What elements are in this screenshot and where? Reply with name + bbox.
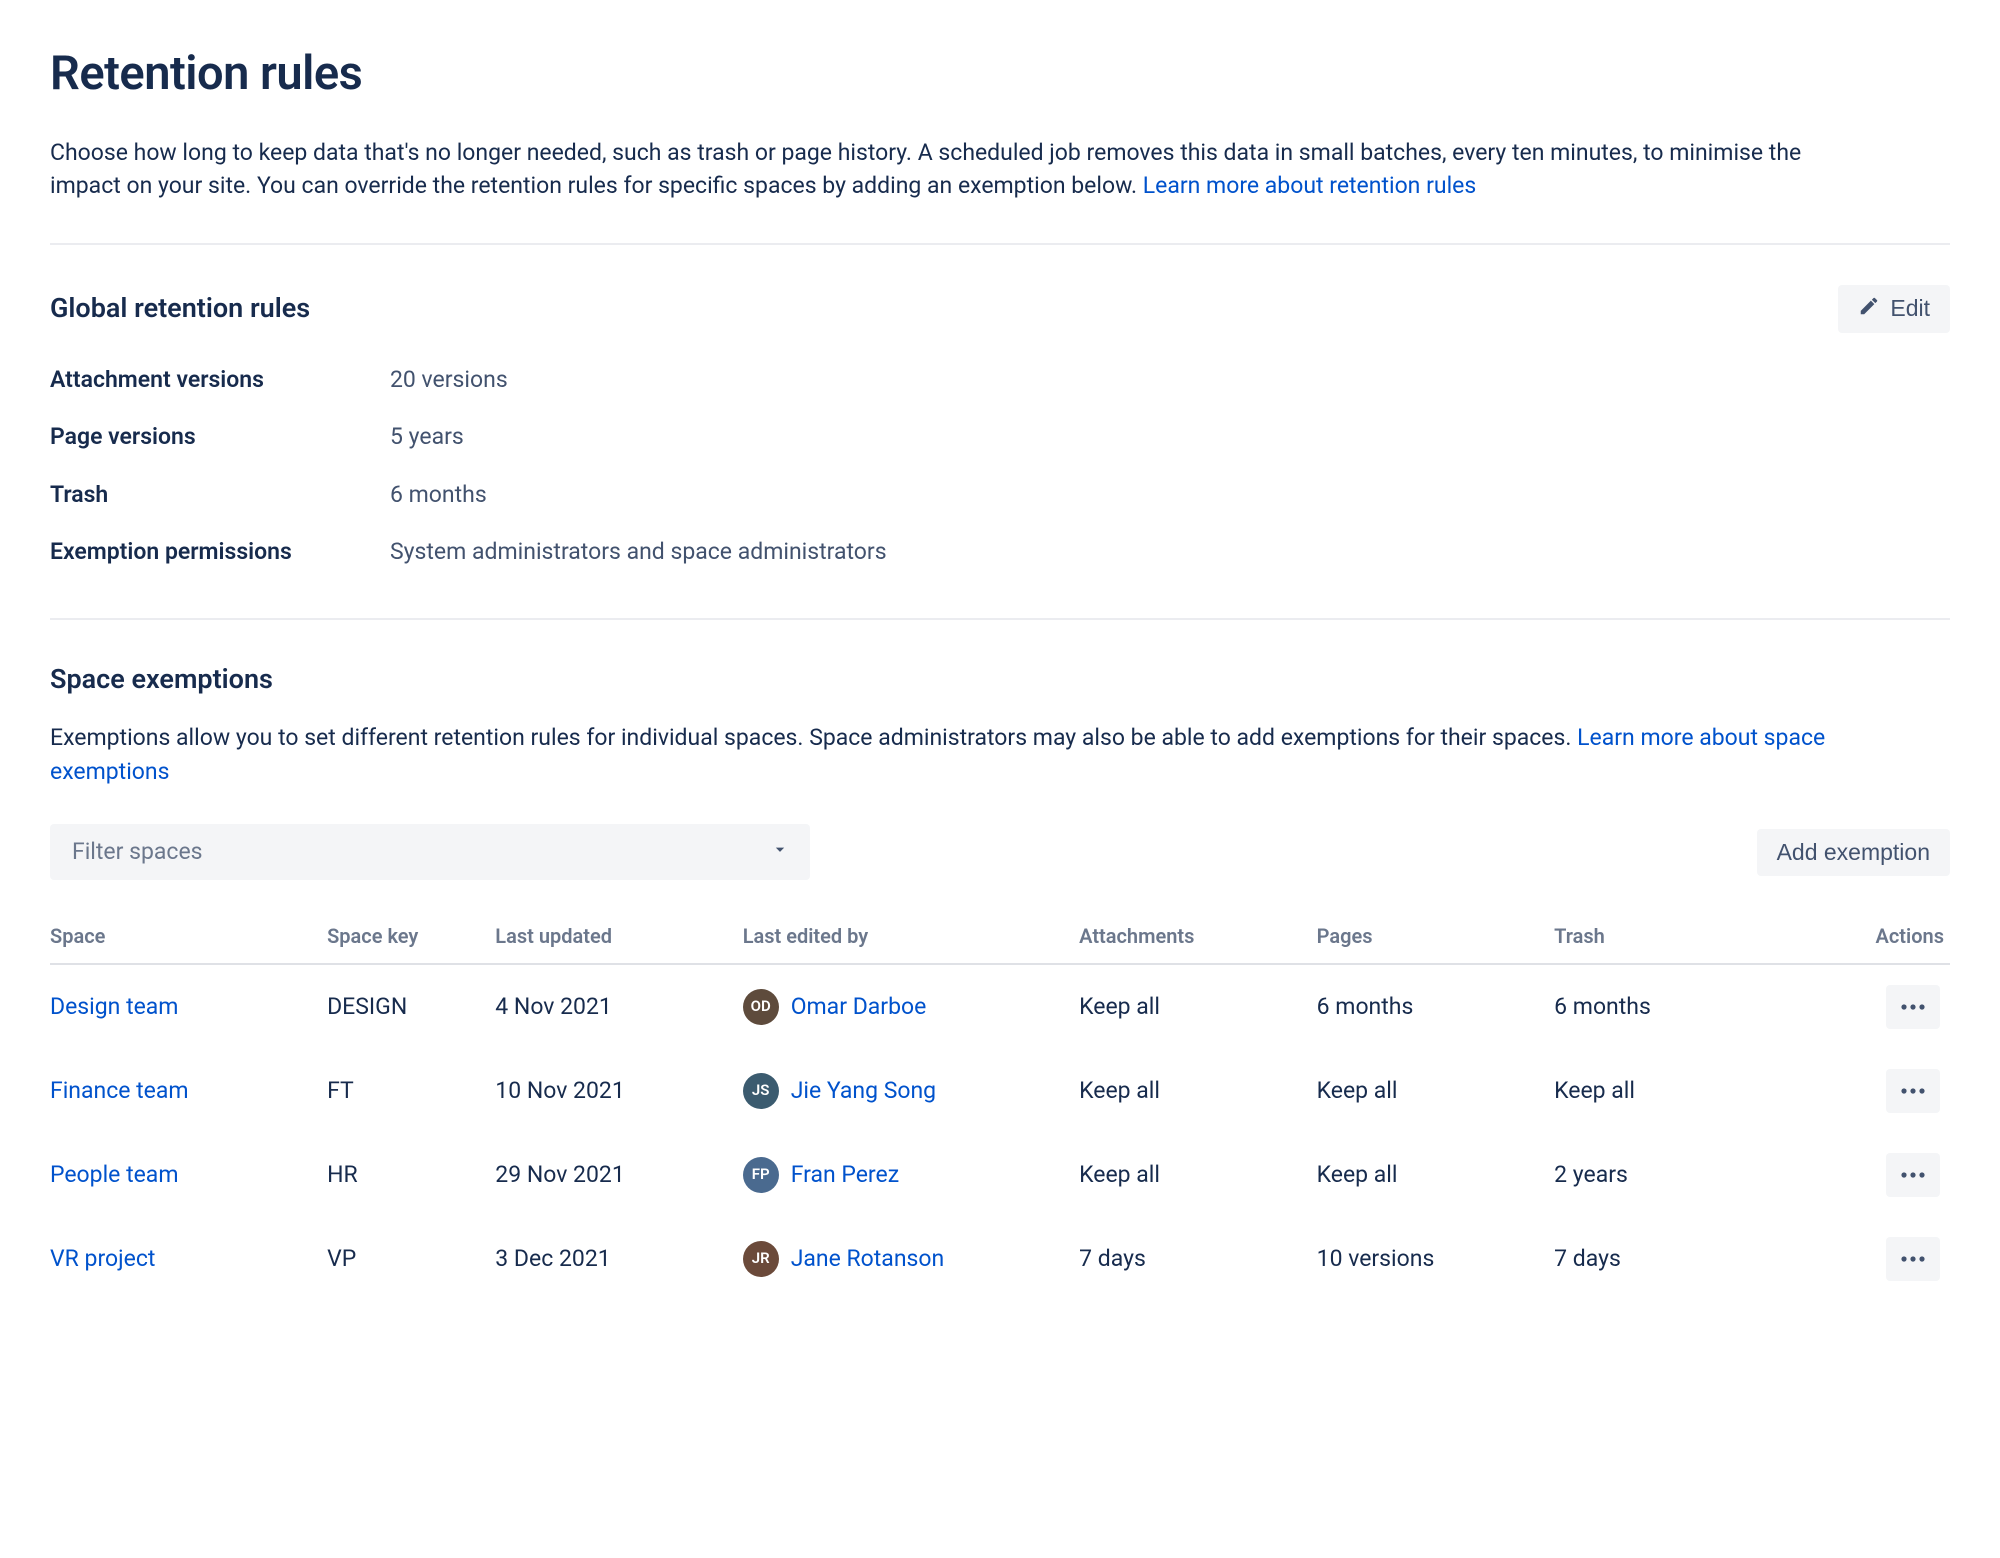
cell-last-updated: 29 Nov 2021 [495, 1133, 742, 1217]
rule-label: Trash [50, 478, 390, 511]
exemptions-description-text: Exemptions allow you to set different re… [50, 724, 1577, 751]
space-link[interactable]: Design team [50, 993, 178, 1020]
more-icon [1899, 1252, 1927, 1267]
global-rules-grid: Attachment versions 20 versions Page ver… [50, 363, 1950, 568]
global-rules-title: Global retention rules [50, 289, 310, 328]
cell-last-edited-by: FP Fran Perez [743, 1133, 1079, 1217]
cell-last-updated: 3 Dec 2021 [495, 1217, 742, 1301]
filter-placeholder: Filter spaces [72, 835, 203, 868]
cell-last-updated: 10 Nov 2021 [495, 1049, 742, 1133]
table-row: Design team DESIGN4 Nov 2021OD Omar Darboe… [50, 964, 1950, 1049]
cell-actions [1792, 1049, 1950, 1133]
more-icon [1899, 1000, 1927, 1015]
more-actions-button[interactable] [1886, 1153, 1940, 1197]
rule-value: 6 months [390, 478, 1950, 511]
cell-space-key: HR [327, 1133, 495, 1217]
table-row: Finance team FT10 Nov 2021JS Jie Yang Song… [50, 1049, 1950, 1133]
cell-last-edited-by: OD Omar Darboe [743, 964, 1079, 1049]
col-attachments: Attachments [1079, 922, 1317, 964]
cell-last-edited-by: JS Jie Yang Song [743, 1049, 1079, 1133]
table-row: VR project VP3 Dec 2021JR Jane Rotanson 7 d… [50, 1217, 1950, 1301]
global-rules-header: Global retention rules Edit [50, 285, 1950, 333]
user-link[interactable]: Fran Perez [791, 1158, 899, 1191]
cell-attachments: Keep all [1079, 1133, 1317, 1217]
cell-space: People team [50, 1133, 327, 1217]
page-description-text: Choose how long to keep data that's no l… [50, 139, 1801, 199]
more-icon [1899, 1084, 1927, 1099]
rule-label: Exemption permissions [50, 535, 390, 568]
cell-attachments: 7 days [1079, 1217, 1317, 1301]
cell-trash: 6 months [1554, 964, 1792, 1049]
space-link[interactable]: VR project [50, 1245, 155, 1272]
cell-space: Finance team [50, 1049, 327, 1133]
avatar: OD [743, 989, 779, 1025]
more-icon [1899, 1168, 1927, 1183]
cell-actions [1792, 964, 1950, 1049]
cell-last-updated: 4 Nov 2021 [495, 964, 742, 1049]
edit-button-label: Edit [1890, 295, 1930, 322]
more-actions-button[interactable] [1886, 1237, 1940, 1281]
cell-attachments: Keep all [1079, 1049, 1317, 1133]
chevron-down-icon [770, 835, 790, 868]
cell-pages: Keep all [1317, 1049, 1555, 1133]
cell-space-key: VP [327, 1217, 495, 1301]
avatar: JR [743, 1241, 779, 1277]
col-space: Space [50, 922, 327, 964]
avatar: FP [743, 1157, 779, 1193]
add-exemption-button[interactable]: Add exemption [1757, 829, 1950, 876]
cell-last-edited-by: JR Jane Rotanson [743, 1217, 1079, 1301]
rule-value: 20 versions [390, 363, 1950, 396]
user-link[interactable]: Jie Yang Song [791, 1074, 936, 1107]
cell-space-key: DESIGN [327, 964, 495, 1049]
cell-space-key: FT [327, 1049, 495, 1133]
col-edited-by: Last edited by [743, 922, 1079, 964]
col-trash: Trash [1554, 922, 1792, 964]
table-row: People team HR29 Nov 2021FP Fran Perez Keep… [50, 1133, 1950, 1217]
filter-spaces-select[interactable]: Filter spaces [50, 824, 810, 880]
col-key: Space key [327, 922, 495, 964]
page-description: Choose how long to keep data that's no l… [50, 136, 1870, 203]
user-link[interactable]: Omar Darboe [791, 990, 927, 1023]
divider [50, 618, 1950, 620]
space-exemptions-title: Space exemptions [50, 660, 1950, 699]
add-exemption-label: Add exemption [1777, 839, 1930, 866]
exemptions-table: Space Space key Last updated Last edited… [50, 922, 1950, 1301]
exemptions-description: Exemptions allow you to set different re… [50, 721, 1870, 788]
edit-button[interactable]: Edit [1838, 285, 1950, 333]
cell-pages: 10 versions [1317, 1217, 1555, 1301]
user-link[interactable]: Jane Rotanson [791, 1242, 945, 1275]
cell-actions [1792, 1217, 1950, 1301]
rule-value: 5 years [390, 420, 1950, 453]
cell-space: VR project [50, 1217, 327, 1301]
filter-row: Filter spaces Add exemption [50, 824, 1950, 880]
cell-actions [1792, 1133, 1950, 1217]
cell-attachments: Keep all [1079, 964, 1317, 1049]
table-header-row: Space Space key Last updated Last edited… [50, 922, 1950, 964]
space-link[interactable]: Finance team [50, 1077, 189, 1104]
more-actions-button[interactable] [1886, 985, 1940, 1029]
rule-value: System administrators and space administ… [390, 535, 1950, 568]
cell-trash: 7 days [1554, 1217, 1792, 1301]
cell-trash: 2 years [1554, 1133, 1792, 1217]
divider [50, 243, 1950, 245]
col-updated: Last updated [495, 922, 742, 964]
col-pages: Pages [1317, 922, 1555, 964]
cell-pages: Keep all [1317, 1133, 1555, 1217]
rule-label: Attachment versions [50, 363, 390, 396]
rule-label: Page versions [50, 420, 390, 453]
cell-space: Design team [50, 964, 327, 1049]
col-actions: Actions [1792, 922, 1950, 964]
space-link[interactable]: People team [50, 1161, 179, 1188]
learn-more-retention-link[interactable]: Learn more about retention rules [1143, 172, 1477, 199]
cell-pages: 6 months [1317, 964, 1555, 1049]
avatar: JS [743, 1073, 779, 1109]
page-title: Retention rules [50, 40, 1950, 108]
pencil-icon [1858, 295, 1880, 323]
cell-trash: Keep all [1554, 1049, 1792, 1133]
more-actions-button[interactable] [1886, 1069, 1940, 1113]
